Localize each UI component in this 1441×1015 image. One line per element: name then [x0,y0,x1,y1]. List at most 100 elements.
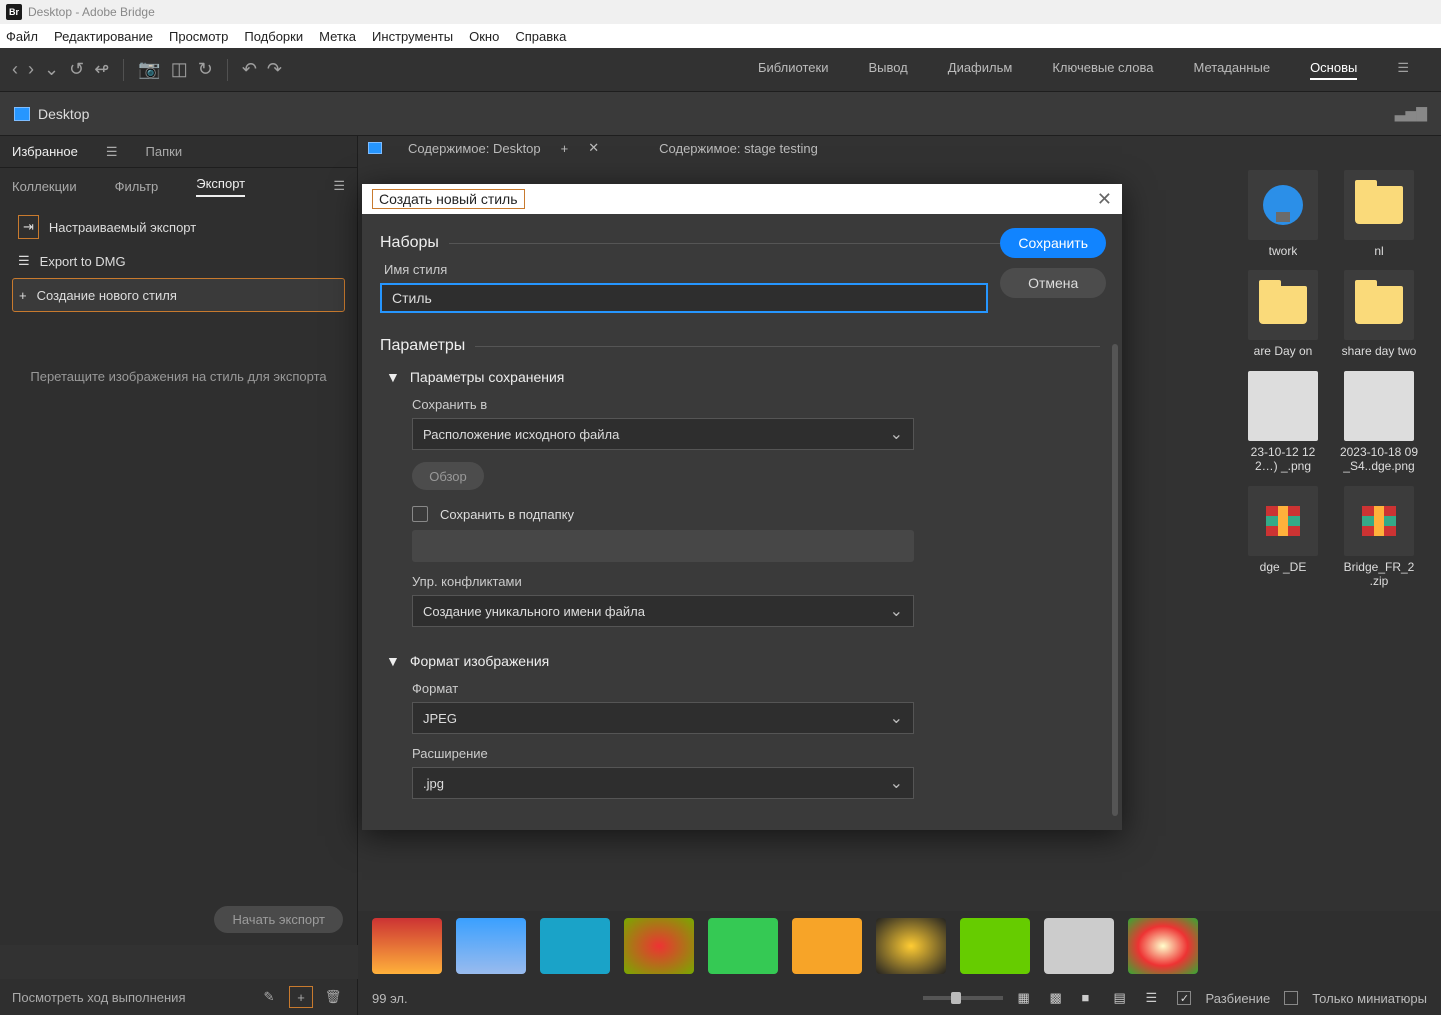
menu-view[interactable]: Просмотр [169,29,228,44]
file-item[interactable]: nl [1337,170,1421,258]
view-details-icon[interactable]: ▤ [1113,990,1131,1006]
thumbnail[interactable] [372,918,442,974]
thumbnail[interactable] [876,918,946,974]
file-item[interactable]: are Day on [1241,270,1325,358]
open-in-icon[interactable]: ◫ [171,59,188,80]
rotate-ccw-icon[interactable]: ↶ [242,59,257,80]
workspace-output[interactable]: Вывод [868,60,907,80]
tab-folders[interactable]: Папки [146,144,183,159]
select-value: .jpg [423,776,444,791]
save-button[interactable]: Сохранить [1000,228,1106,258]
file-item[interactable]: twork [1241,170,1325,258]
tab-filter[interactable]: Фильтр [115,179,159,194]
style-name-input[interactable] [380,283,988,313]
content-tab-1[interactable]: Содержимое: Desktop [408,141,541,156]
section-sets: Наборы [380,234,1100,252]
camera-import-icon[interactable]: 📷 [138,59,160,80]
create-style-dialog: Создать новый стиль ✕ Сохранить Отмена Н… [362,184,1122,830]
thumbs-checkbox[interactable] [1284,991,1298,1005]
panel-tabs-mid: Коллекции Фильтр Экспорт ☰ [0,168,357,204]
plus-icon[interactable]: + [289,986,313,1008]
workspace-menu-icon[interactable]: ☰ [1397,60,1409,80]
archive-icon [1260,498,1306,544]
trash-icon[interactable]: 🗑 [321,986,345,1008]
thumbnail[interactable] [456,918,526,974]
thumbnail[interactable] [792,918,862,974]
left-panel: Избранное ☰ Папки Коллекции Фильтр Экспо… [0,136,358,945]
thumbnail[interactable] [960,918,1030,974]
menu-label[interactable]: Метка [319,29,356,44]
browse-button[interactable]: Обзор [412,462,484,490]
menu-edit[interactable]: Редактирование [54,29,153,44]
subsection-label: Формат изображения [410,653,549,669]
thumbnail[interactable] [624,918,694,974]
conflict-select[interactable]: Создание уникального имени файла [412,595,914,627]
thumbnail[interactable] [1128,918,1198,974]
folder-icon [1259,286,1307,324]
subsection-save-params[interactable]: ▼ Параметры сохранения [386,369,1100,385]
nav-back-icon[interactable]: ‹ [12,59,18,80]
thumbnail[interactable] [708,918,778,974]
menu-tools[interactable]: Инструменты [372,29,453,44]
view-tiles-icon[interactable]: ▩ [1049,990,1067,1006]
create-new-style-button[interactable]: + Создание нового стиля [12,278,345,312]
start-export-button[interactable]: Начать экспорт [214,906,343,933]
progress-link[interactable]: Посмотреть ход выполнения [12,990,185,1005]
content-tab-2[interactable]: Содержимое: stage testing [659,141,818,156]
pencil-icon[interactable]: ✎ [257,986,281,1008]
export-preset-custom[interactable]: ⇥ Настраиваемый экспорт [12,210,345,244]
export-preset-dmg[interactable]: ☰ Export to DMG [12,244,345,278]
menu-stacks[interactable]: Подборки [244,29,303,44]
boomerang-icon[interactable]: ↫ [94,59,109,80]
save-to-label: Сохранить в [412,397,1100,412]
workspace-libraries[interactable]: Библиотеки [758,60,828,80]
save-subfolder-checkbox[interactable]: Сохранить в подпапку [412,506,1100,522]
refresh-icon[interactable]: ↻ [198,59,213,80]
view-lock-icon[interactable]: ■ [1081,990,1099,1006]
subsection-image-format[interactable]: ▼ Формат изображения [386,653,1100,669]
thumbnail[interactable] [1044,918,1114,974]
path-location[interactable]: Desktop [38,106,89,122]
nav-forward-icon[interactable]: › [28,59,34,80]
plus-icon[interactable]: + [561,141,569,156]
signal-icon[interactable]: ▃▅▇ [1395,105,1427,122]
thumbnail[interactable] [540,918,610,974]
cancel-button[interactable]: Отмена [1000,268,1106,298]
view-list-icon[interactable]: ☰ [1145,990,1163,1006]
workspace-essentials[interactable]: Основы [1310,60,1357,80]
format-select[interactable]: JPEG [412,702,914,734]
file-label: 2023-10-18 09 _S4..dge.png [1337,445,1421,474]
workspace-filmstrip[interactable]: Диафильм [948,60,1013,80]
hamburger-icon[interactable]: ☰ [106,144,118,160]
tab-collections[interactable]: Коллекции [12,179,77,194]
rotate-cw-icon[interactable]: ↷ [267,59,282,80]
file-item[interactable]: dge _DE [1241,486,1325,589]
export-preset-label: Export to DMG [40,254,126,269]
hamburger-icon[interactable]: ☰ [333,178,345,194]
workspace-keywords[interactable]: Ключевые слова [1052,60,1153,80]
save-to-select[interactable]: Расположение исходного файла [412,418,914,450]
menu-help[interactable]: Справка [515,29,566,44]
close-icon[interactable]: ✕ [588,140,599,156]
file-item[interactable]: share day two [1337,270,1421,358]
nav-dropdown-icon[interactable]: ⌄ [44,59,59,80]
split-checkbox[interactable]: ✓ [1177,991,1191,1005]
file-item[interactable]: 23-10-12 12 2…) _.png [1241,371,1325,474]
file-label: Bridge_FR_2 .zip [1337,560,1421,589]
checkbox-label: Сохранить в подпапку [440,507,574,522]
extension-select[interactable]: .jpg [412,767,914,799]
tab-export[interactable]: Экспорт [196,176,245,197]
menu-window[interactable]: Окно [469,29,499,44]
tab-favorites[interactable]: Избранное [12,144,78,159]
history-icon[interactable]: ↺ [69,59,84,80]
dialog-form: Наборы Имя стиля Параметры ▼ Параметры с… [362,214,1122,830]
workspace-metadata[interactable]: Метаданные [1194,60,1271,80]
thumbs-label: Только миниатюры [1312,991,1427,1006]
subfolder-input [412,530,914,562]
file-item[interactable]: Bridge_FR_2 .zip [1337,486,1421,589]
menu-file[interactable]: Файл [6,29,38,44]
dialog-button-group: Сохранить Отмена [1000,228,1106,298]
view-grid-icon[interactable]: ▦ [1017,990,1035,1006]
close-icon[interactable]: ✕ [1097,189,1112,210]
file-item[interactable]: 2023-10-18 09 _S4..dge.png [1337,371,1421,474]
